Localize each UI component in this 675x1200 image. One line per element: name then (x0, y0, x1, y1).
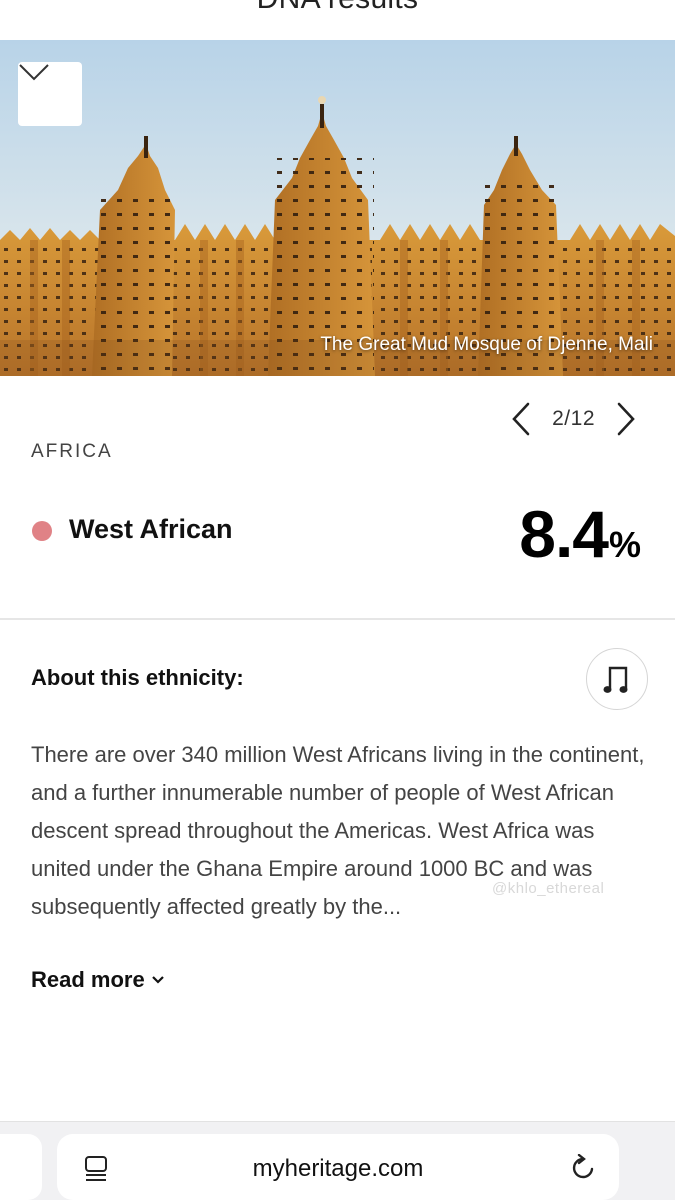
chevron-down-small-icon (151, 976, 164, 984)
reload-icon[interactable] (569, 1154, 597, 1182)
chevron-left-icon (512, 402, 530, 436)
mosque-illustration (0, 40, 675, 376)
music-button[interactable] (586, 648, 648, 710)
previous-button[interactable] (508, 400, 534, 438)
address-bar[interactable]: myheritage.com (57, 1134, 619, 1200)
ethnicity-name: West African (69, 514, 233, 544)
next-button[interactable] (613, 400, 639, 438)
about-title: About this ethnicity: (31, 665, 244, 690)
hero-image: The Great Mud Mosque of Djenne, Mali (0, 40, 675, 376)
browser-toolbar: myheritage.com (0, 1121, 675, 1200)
app-header: DNA results (0, 0, 675, 40)
pager-count: 2/12 (552, 407, 595, 430)
music-note-icon (603, 666, 628, 693)
previous-tab[interactable] (0, 1134, 42, 1200)
percentage-sign: % (608, 524, 641, 565)
url-text: myheritage.com (252, 1155, 424, 1182)
ethnicity-percentage: 8.4% (519, 496, 641, 572)
chevron-down-icon (19, 64, 49, 81)
about-description: There are over 340 million West Africans… (31, 742, 645, 919)
ethnicity-pager: 2/12 (508, 400, 639, 438)
collapse-button[interactable] (18, 62, 82, 126)
read-more-link[interactable]: Read more (31, 967, 165, 993)
image-caption: The Great Mud Mosque of Djenne, Mali (320, 334, 653, 355)
ethnicity-color-dot (32, 521, 52, 541)
watermark: @khlo_ethereal (492, 880, 605, 897)
read-more-label: Read more (31, 967, 145, 992)
page-title: DNA results (0, 0, 675, 16)
chevron-right-icon (617, 402, 635, 436)
percentage-value: 8.4 (519, 497, 609, 571)
section-divider (0, 618, 675, 620)
region-label: AFRICA (31, 441, 113, 462)
